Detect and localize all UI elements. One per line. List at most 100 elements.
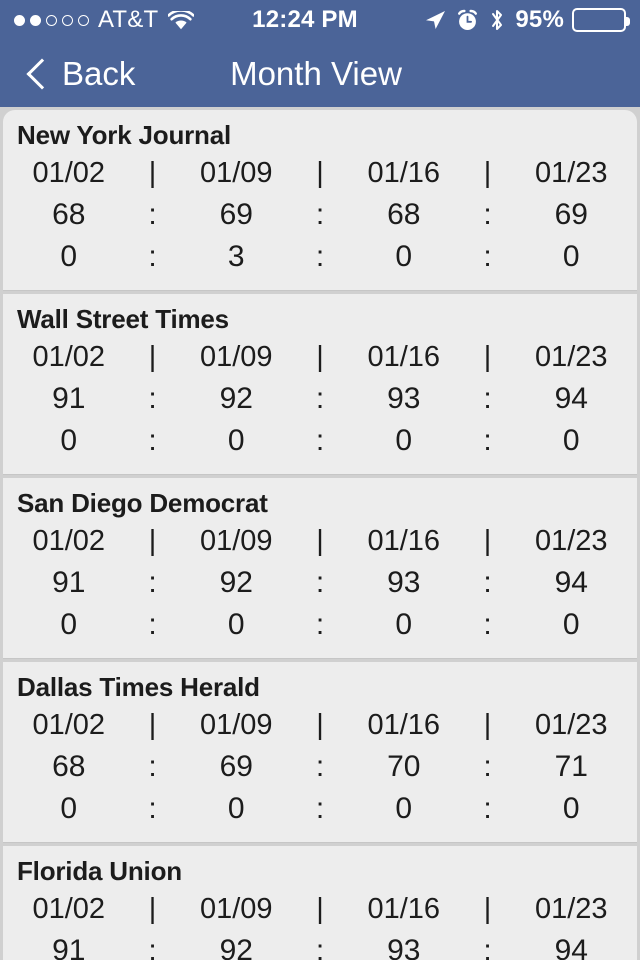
publication-title: Florida Union (17, 856, 182, 886)
date-header-row-cell: 01/23 (534, 341, 608, 373)
value-row1-cell: 70 (387, 750, 421, 783)
column-separator: | (316, 893, 324, 925)
value-row2: 0: 0: 0: 0 (3, 604, 637, 646)
column-separator: : (483, 608, 492, 641)
column-separator: : (148, 934, 157, 960)
date-header-row: 01/02 | 01/09 | 01/16 | 01/23 (3, 521, 637, 562)
column-separator: : (148, 424, 157, 457)
column-separator: | (483, 709, 492, 741)
date-header-row-cell: 01/16 (367, 341, 441, 373)
value-row1-cell: 69 (219, 198, 253, 231)
date-header-row: 01/02 | 01/09 | 01/16 | 01/23 (3, 889, 637, 930)
date-header-row-cell: 01/23 (534, 525, 608, 557)
value-row1-cell: 69 (219, 750, 253, 783)
app-root: AT&T 12:24 PM 95% Back Month View New Yo… (0, 0, 640, 960)
navigation-bar: Back Month View (0, 40, 640, 107)
column-separator: : (315, 382, 325, 415)
value-row2-cell: 0 (562, 608, 580, 641)
publication-card[interactable]: New York Journal 01/02 | 01/09 | 01/16 | 01/23 6… (3, 110, 637, 291)
column-separator: | (483, 525, 492, 557)
carrier-label: AT&T (98, 6, 159, 33)
value-row2-cell: 0 (60, 424, 78, 457)
column-separator: : (148, 240, 157, 273)
column-separator: : (315, 934, 325, 960)
month-view-list[interactable]: New York Journal 01/02 | 01/09 | 01/16 | 01/23 6… (0, 107, 640, 960)
value-row1-cell: 93 (387, 566, 421, 599)
column-separator: | (148, 157, 157, 189)
value-row1-cell: 92 (219, 934, 253, 960)
column-separator: | (316, 341, 324, 373)
date-header-row-cell: 01/02 (32, 709, 106, 741)
location-arrow-icon (423, 8, 447, 32)
column-separator: : (483, 240, 492, 273)
column-separator: | (316, 525, 324, 557)
value-row1-cell: 93 (387, 934, 421, 960)
value-row1-cell: 94 (554, 382, 588, 415)
bluetooth-icon (488, 8, 506, 32)
column-separator: : (315, 750, 325, 783)
column-separator: : (148, 792, 157, 825)
value-row2-cell: 0 (60, 608, 78, 641)
column-separator: : (315, 608, 325, 641)
back-button-label: Back (62, 54, 136, 92)
value-row1: 68: 69: 70: 71 (3, 746, 637, 788)
value-row1: 68: 69: 68: 69 (3, 194, 637, 236)
value-row1: 91: 92: 93: 94 (3, 930, 637, 960)
value-row2-cell: 3 (227, 240, 245, 273)
date-header-row: 01/02 | 01/09 | 01/16 | 01/23 (3, 337, 637, 378)
date-header-row-cell: 01/09 (199, 893, 273, 925)
column-separator: : (148, 750, 157, 783)
date-header-row-cell: 01/02 (32, 157, 106, 189)
publication-title: New York Journal (17, 120, 232, 150)
date-header-row: 01/02 | 01/09 | 01/16 | 01/23 (3, 153, 637, 194)
column-separator: | (483, 341, 492, 373)
value-row2-cell: 0 (60, 240, 78, 273)
publication-card[interactable]: Dallas Times Herald 01/02 | 01/09 | 01/16 | 01/… (3, 662, 637, 843)
value-row1-cell: 68 (52, 750, 86, 783)
signal-strength-icon (14, 14, 89, 26)
value-row2: 0: 0: 0: 0 (3, 420, 637, 462)
publication-card[interactable]: Florida Union 01/02 | 01/09 | 01/16 | 01/23 91:9… (3, 846, 637, 960)
column-separator: | (483, 157, 492, 189)
value-row1-cell: 69 (554, 198, 588, 231)
date-header-row-cell: 01/16 (367, 893, 441, 925)
column-separator: | (148, 341, 157, 373)
value-row2-cell: 0 (227, 608, 245, 641)
publication-card[interactable]: Wall Street Times 01/02 | 01/09 | 01/16 | 01/23… (3, 294, 637, 475)
value-row2-cell: 0 (562, 424, 580, 457)
value-row2: 0: 3: 0: 0 (3, 236, 637, 278)
value-row1-cell: 68 (52, 198, 86, 231)
column-separator: : (483, 198, 492, 231)
value-row1-cell: 91 (52, 382, 86, 415)
date-header-row-cell: 01/23 (534, 893, 608, 925)
column-separator: : (148, 566, 157, 599)
back-button[interactable]: Back (0, 55, 135, 93)
date-header-row-cell: 01/09 (199, 709, 273, 741)
column-separator: | (316, 709, 324, 741)
value-row1-cell: 94 (554, 566, 588, 599)
publication-card[interactable]: San Diego Democrat 01/02 | 01/09 | 01/16 | 01/2… (3, 478, 637, 659)
publication-title: Dallas Times Herald (17, 672, 260, 702)
date-header-row-cell: 01/16 (367, 525, 441, 557)
value-row1-cell: 93 (387, 382, 421, 415)
value-row1-cell: 92 (219, 382, 253, 415)
value-row2-cell: 0 (395, 424, 413, 457)
column-separator: : (315, 566, 325, 599)
column-separator: : (483, 750, 492, 783)
date-header-row: 01/02 | 01/09 | 01/16 | 01/23 (3, 705, 637, 746)
date-header-row-cell: 01/16 (367, 709, 441, 741)
value-row1: 91: 92: 93: 94 (3, 378, 637, 420)
value-row2-cell: 0 (227, 424, 245, 457)
value-row1-cell: 94 (554, 934, 588, 960)
alarm-clock-icon (456, 9, 479, 32)
value-row2-cell: 0 (562, 792, 580, 825)
column-separator: : (483, 792, 492, 825)
column-separator: : (483, 424, 492, 457)
value-row1: 91: 92: 93: 94 (3, 562, 637, 604)
column-separator: : (148, 198, 157, 231)
column-separator: : (315, 198, 325, 231)
publication-title: San Diego Democrat (17, 488, 268, 518)
column-separator: | (148, 709, 157, 741)
wifi-icon (167, 9, 196, 30)
column-separator: | (483, 893, 492, 925)
